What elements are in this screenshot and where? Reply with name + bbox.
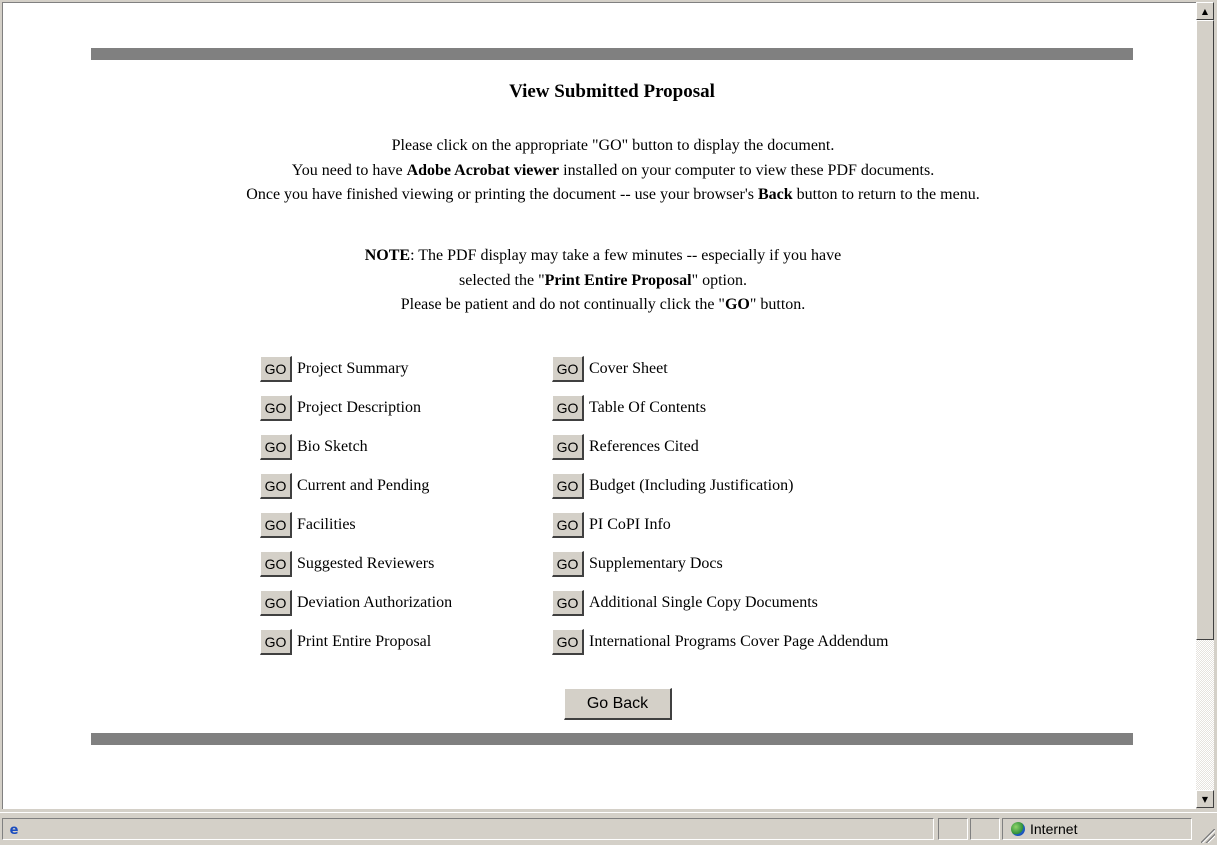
document-label: Cover Sheet xyxy=(589,360,668,377)
document-label: Additional Single Copy Documents xyxy=(589,594,818,611)
scrollbar-thumb[interactable] xyxy=(1196,20,1214,640)
intro-line: You need to have Adobe Acrobat viewer in… xyxy=(291,161,935,179)
document-label: Print Entire Proposal xyxy=(297,633,432,650)
intro-line: Please click on the appropriate "GO" but… xyxy=(391,137,835,154)
document-row: GO Print Entire Proposal xyxy=(260,626,431,658)
go-button-left-0[interactable]: GO xyxy=(260,356,292,382)
document-row: GO Table Of Contents xyxy=(552,392,706,424)
note-line: NOTE: The PDF display may take a few min… xyxy=(364,247,842,264)
status-bar: e Internet xyxy=(0,812,1217,845)
go-button-right-7[interactable]: GO xyxy=(552,629,584,655)
page-title: View Submitted Proposal xyxy=(509,81,715,102)
status-text-pane xyxy=(2,818,934,840)
go-button-right-4[interactable]: GO xyxy=(552,512,584,538)
note-line: Please be patient and do not continually… xyxy=(400,296,806,313)
document-row: GO Cover Sheet xyxy=(552,353,668,385)
go-button-left-2[interactable]: GO xyxy=(260,434,292,460)
document-row: GO Project Description xyxy=(260,392,421,424)
go-button-right-5[interactable]: GO xyxy=(552,551,584,577)
go-button-right-1[interactable]: GO xyxy=(552,395,584,421)
go-button-right-6[interactable]: GO xyxy=(552,590,584,616)
document-label: Budget (Including Justification) xyxy=(589,477,794,494)
go-button-right-2[interactable]: GO xyxy=(552,434,584,460)
document-row: GO Deviation Authorization xyxy=(260,587,452,619)
intro-line: Once you have finished viewing or printi… xyxy=(246,186,980,203)
document-row: GO Supplementary Docs xyxy=(552,548,723,580)
document-row: GO Budget (Including Justification) xyxy=(552,470,793,502)
scroll-down-arrow-icon[interactable]: ▼ xyxy=(1196,790,1214,808)
document-row: GO References Cited xyxy=(552,431,699,463)
document-label: Suggested Reviewers xyxy=(297,555,435,572)
document-label: References Cited xyxy=(589,438,699,455)
status-pane xyxy=(970,818,1000,840)
security-zone-pane: Internet xyxy=(1002,818,1192,840)
document-label: Current and Pending xyxy=(297,477,430,494)
document-label: Supplementary Docs xyxy=(589,555,723,572)
document-row: GO International Programs Cover Page Adde… xyxy=(552,626,889,658)
document-row: GO Project Summary xyxy=(260,353,409,385)
go-button-left-6[interactable]: GO xyxy=(260,590,292,616)
note-text: NOTE: The PDF display may take a few min… xyxy=(203,244,1003,318)
document-label: Project Description xyxy=(297,399,421,416)
resize-grip-icon[interactable] xyxy=(1201,829,1215,843)
page-viewport: View Submitted Proposal Please click on … xyxy=(2,2,1196,809)
go-back-button[interactable]: Go Back xyxy=(564,688,672,720)
document-label: Deviation Authorization xyxy=(297,594,453,611)
document-row: GO PI CoPI Info xyxy=(552,509,671,541)
vertical-scrollbar[interactable]: ▲ ▼ xyxy=(1196,2,1214,808)
document-row: GO Bio Sketch xyxy=(260,431,368,463)
go-button-left-1[interactable]: GO xyxy=(260,395,292,421)
browser-window: View Submitted Proposal Please click on … xyxy=(0,0,1217,845)
status-pane xyxy=(938,818,968,840)
go-button-left-4[interactable]: GO xyxy=(260,512,292,538)
note-line: selected the "Print Entire Proposal" opt… xyxy=(459,271,747,289)
document-label: Facilities xyxy=(297,516,356,533)
go-button-left-5[interactable]: GO xyxy=(260,551,292,577)
document-row: GO Facilities xyxy=(260,509,356,541)
document-row: GO Additional Single Copy Documents xyxy=(552,587,818,619)
go-button-left-3[interactable]: GO xyxy=(260,473,292,499)
document-row: GO Current and Pending xyxy=(260,470,429,502)
document-label: PI CoPI Info xyxy=(589,516,671,533)
document-label: Bio Sketch xyxy=(297,438,368,455)
zone-label: Internet xyxy=(1030,821,1078,837)
document-label: Table Of Contents xyxy=(589,399,707,416)
bottom-divider-bar xyxy=(91,733,1133,745)
intro-text: Please click on the appropriate "GO" but… xyxy=(63,134,1163,208)
go-button-right-3[interactable]: GO xyxy=(552,473,584,499)
go-button-right-0[interactable]: GO xyxy=(552,356,584,382)
document-row: GO Suggested Reviewers xyxy=(260,548,434,580)
scroll-up-arrow-icon[interactable]: ▲ xyxy=(1196,2,1214,20)
top-divider-bar xyxy=(91,48,1133,60)
document-label: Project Summary xyxy=(297,360,409,377)
go-button-left-7[interactable]: GO xyxy=(260,629,292,655)
globe-icon xyxy=(1011,822,1025,836)
document-label: International Programs Cover Page Addend… xyxy=(589,633,889,650)
